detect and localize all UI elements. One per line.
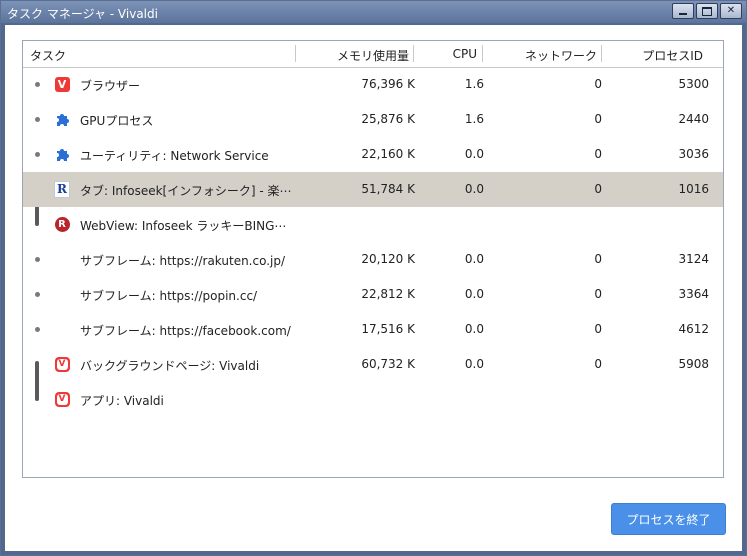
cpu-value: 0.0 [464,147,484,161]
window-controls: ✕ [672,3,742,19]
network-value: 0 [594,77,602,91]
task-name: ブラウザー [80,79,141,93]
minimize-button[interactable] [672,3,694,19]
header-network[interactable]: ネットワーク [484,47,597,64]
maximize-icon [702,6,712,16]
cpu-value: 0.0 [464,182,484,196]
pid-value: 5300 [678,77,709,91]
network-value: 0 [594,322,602,336]
network-value: 0 [594,147,602,161]
pid-value: 4612 [678,322,709,336]
pid-value: 1016 [678,182,709,196]
task-name: WebView: Infoseek ラッキーBING⋯ [80,219,287,233]
memory-value: 25,876 K [361,112,415,126]
table-row[interactable]: GPUプロセス 25,876 K 1.6 0 2440 [23,102,723,137]
header-task[interactable]: タスク [30,47,66,64]
table-row[interactable]: ユーティリティ: Network Service 22,160 K 0.0 0 … [23,137,723,172]
row-bullet-icon [35,117,40,122]
rakuten-r-icon: R [54,180,70,198]
task-name: サブフレーム: https://rakuten.co.jp/ [80,254,286,268]
table-row[interactable]: V バックグラウンドページ: Vivaldi 60,732 K 0.0 0 59… [23,347,723,382]
cpu-value: 0.0 [464,252,484,266]
network-value: 0 [594,112,602,126]
memory-value: 51,784 K [361,182,415,196]
table-row[interactable]: サブフレーム: https://rakuten.co.jp/ 20,120 K … [23,242,723,277]
task-name: アプリ: Vivaldi [80,394,164,408]
memory-value: 22,812 K [361,287,415,301]
row-bullet-icon [35,292,40,297]
table-header: タスク メモリ使用量 CPU ネットワーク プロセスID [23,41,723,68]
pid-value: 3364 [678,287,709,301]
vivaldi-icon: V [54,76,70,92]
cpu-value: 0.0 [464,287,484,301]
row-bullet-icon [35,152,40,157]
puzzle-icon [54,111,70,127]
cpu-value: 0.0 [464,357,484,371]
table-row[interactable]: R WebView: Infoseek ラッキーBING⋯ [23,207,723,242]
puzzle-icon [54,146,70,162]
network-value: 0 [594,182,602,196]
network-value: 0 [594,287,602,301]
maximize-button[interactable] [696,3,718,19]
header-pid[interactable]: プロセスID [603,47,703,64]
title-bar[interactable]: タスク マネージャ - Vivaldi ✕ [1,1,746,23]
process-table: タスク メモリ使用量 CPU ネットワーク プロセスID V ブラウザー 76,… [22,40,724,478]
task-manager-window: タスク マネージャ - Vivaldi ✕ タスク メモリ使用量 CPU ネット… [0,0,747,556]
vivaldi-outline-icon: V [54,356,70,372]
network-value: 0 [594,252,602,266]
pid-value: 3124 [678,252,709,266]
row-bullet-icon [35,257,40,262]
task-name: タブ: Infoseek[インフォシーク] - 楽⋯ [80,184,292,198]
memory-value: 20,120 K [361,252,415,266]
column-divider[interactable] [413,45,414,62]
task-name: サブフレーム: https://popin.cc/ [80,289,258,303]
row-bullet-icon [35,82,40,87]
table-row[interactable]: V ブラウザー 76,396 K 1.6 0 5300 [23,67,723,102]
task-name: ユーティリティ: Network Service [80,149,269,163]
memory-value: 60,732 K [361,357,415,371]
row-bullet-icon [35,327,40,332]
pid-value: 3036 [678,147,709,161]
task-name: バックグラウンドページ: Vivaldi [80,359,260,373]
vivaldi-outline-icon: V [54,391,70,407]
close-icon: ✕ [726,5,736,16]
memory-value: 76,396 K [361,77,415,91]
minimize-icon [679,13,687,15]
pid-value: 5908 [678,357,709,371]
task-name: サブフレーム: https://facebook.com/ [80,324,291,338]
column-divider[interactable] [601,45,602,62]
column-divider[interactable] [482,45,483,62]
cpu-value: 0.0 [464,322,484,336]
rakuten-circle-icon: R [54,216,70,232]
header-memory[interactable]: メモリ使用量 [297,47,409,64]
cpu-value: 1.6 [464,112,484,126]
task-name: GPUプロセス [80,114,154,128]
window-title: タスク マネージャ - Vivaldi [7,7,158,21]
column-divider[interactable] [295,45,296,62]
pid-value: 2440 [678,112,709,126]
client-area: タスク メモリ使用量 CPU ネットワーク プロセスID V ブラウザー 76,… [5,25,742,551]
header-cpu[interactable]: CPU [415,47,477,61]
end-process-button[interactable]: プロセスを終了 [611,503,726,535]
cpu-value: 1.6 [464,77,484,91]
close-button[interactable]: ✕ [720,3,742,19]
memory-value: 22,160 K [361,147,415,161]
table-row[interactable]: V アプリ: Vivaldi [23,382,723,417]
table-row[interactable]: サブフレーム: https://facebook.com/ 17,516 K 0… [23,312,723,347]
network-value: 0 [594,357,602,371]
table-row[interactable]: サブフレーム: https://popin.cc/ 22,812 K 0.0 0… [23,277,723,312]
memory-value: 17,516 K [361,322,415,336]
table-row-selected[interactable]: R タブ: Infoseek[インフォシーク] - 楽⋯ 51,784 K 0.… [23,172,723,207]
